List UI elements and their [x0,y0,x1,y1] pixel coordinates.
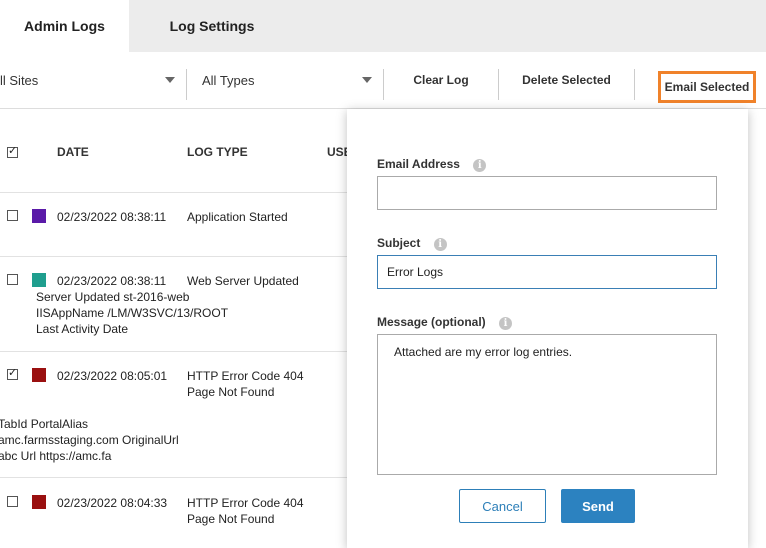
row-detail: Server Updated st-2016-web [36,290,190,304]
row-detail: abc Url https://amc.fa [0,449,112,463]
sites-select[interactable]: ll Sites [0,52,186,108]
row-detail: Last Activity Date [36,322,129,336]
send-button[interactable]: Send [561,489,635,523]
message-textarea[interactable]: Attached are my error log entries. [377,334,717,475]
tab-admin-logs[interactable]: Admin Logs [0,0,129,52]
row-checkbox[interactable] [7,366,18,380]
chevron-down-icon [165,77,175,83]
row-log-type: HTTP Error Code 404 [187,496,304,510]
message-label: Message (optional) i [377,315,513,330]
info-icon[interactable]: i [499,317,513,330]
email-selected-button[interactable]: Email Selected [658,71,756,103]
tab-bar: Admin Logs Log Settings [0,0,766,52]
row-date: 02/23/2022 08:38:11 [57,210,167,224]
log-color-swatch [32,273,46,287]
toolbar: ll Sites All Types Clear Log Delete Sele… [0,52,766,109]
divider [186,69,187,100]
tab-log-settings[interactable]: Log Settings [129,0,295,52]
row-log-type: Application Started [187,210,288,224]
row-date: 02/23/2022 08:04:33 [57,496,168,510]
delete-selected-button[interactable]: Delete Selected [499,52,634,108]
cancel-button[interactable]: Cancel [459,489,546,523]
subject-value: Error Logs [387,265,444,279]
select-all-checkbox[interactable] [7,144,18,158]
row-log-type-detail: Page Not Found [187,512,275,526]
row-detail: TabId PortalAlias [0,417,89,431]
column-header-log-type[interactable]: LOG TYPE [187,145,248,159]
log-color-swatch [32,495,46,509]
log-color-swatch [32,209,46,223]
email-address-label: Email Address i [377,157,487,172]
divider [0,477,347,478]
row-detail: amc.farmsstaging.com OriginalUrl [0,433,179,447]
chevron-down-icon [362,77,372,83]
types-select-value: All Types [202,72,255,88]
log-color-swatch [32,368,46,382]
info-icon[interactable]: i [433,238,447,251]
sites-select-value: ll Sites [0,72,39,88]
row-checkbox[interactable] [7,210,18,221]
email-address-label-text: Email Address [377,157,460,171]
message-value: Attached are my error log entries. [394,345,573,359]
email-address-input[interactable] [377,176,717,210]
row-log-type: Web Server Updated [187,274,299,288]
row-detail: IISAppName /LM/W3SVC/13/ROOT [36,306,229,320]
row-date: 02/23/2022 08:38:11 [57,274,167,288]
subject-label-text: Subject [377,236,421,250]
message-label-text: Message (optional) [377,315,486,329]
clear-log-button[interactable]: Clear Log [384,52,498,108]
row-checkbox[interactable] [7,496,18,507]
info-icon[interactable]: i [473,159,487,172]
types-select[interactable]: All Types [202,52,382,108]
row-log-type-detail: Page Not Found [187,385,275,399]
row-date: 02/23/2022 08:05:01 [57,369,168,383]
column-header-date[interactable]: DATE [57,145,89,159]
divider [0,351,347,352]
divider [0,256,347,257]
divider [0,192,347,193]
subject-input[interactable]: Error Logs [377,255,717,289]
subject-label: Subject i [377,236,447,251]
row-checkbox[interactable] [7,274,18,285]
row-log-type: HTTP Error Code 404 [187,369,304,383]
divider [634,69,635,100]
